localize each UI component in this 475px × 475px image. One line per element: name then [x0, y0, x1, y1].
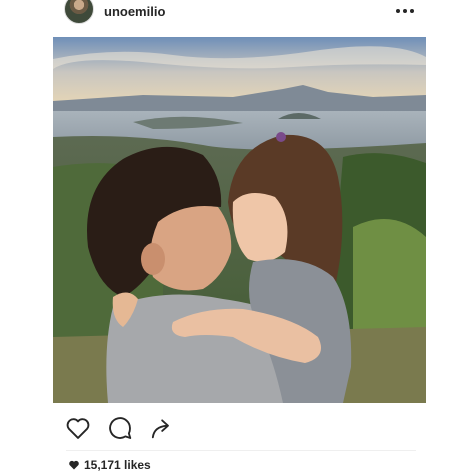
comment-bubble-icon[interactable] [106, 414, 134, 442]
post-photo[interactable] [53, 37, 426, 403]
post-photo-image [53, 37, 426, 403]
post-actions [0, 408, 475, 448]
post-header: unoemilio [0, 0, 475, 24]
profile-avatar[interactable] [64, 0, 94, 24]
share-arrow-icon[interactable] [147, 414, 175, 442]
more-options-icon[interactable] [396, 8, 414, 14]
divider [66, 450, 416, 451]
likes-text: 15,171 likes [84, 458, 151, 472]
heart-outline-icon[interactable] [64, 414, 92, 442]
username-link[interactable]: unoemilio [104, 4, 165, 19]
likes-count[interactable]: 15,171 likes [68, 458, 151, 472]
heart-filled-icon [69, 460, 79, 470]
